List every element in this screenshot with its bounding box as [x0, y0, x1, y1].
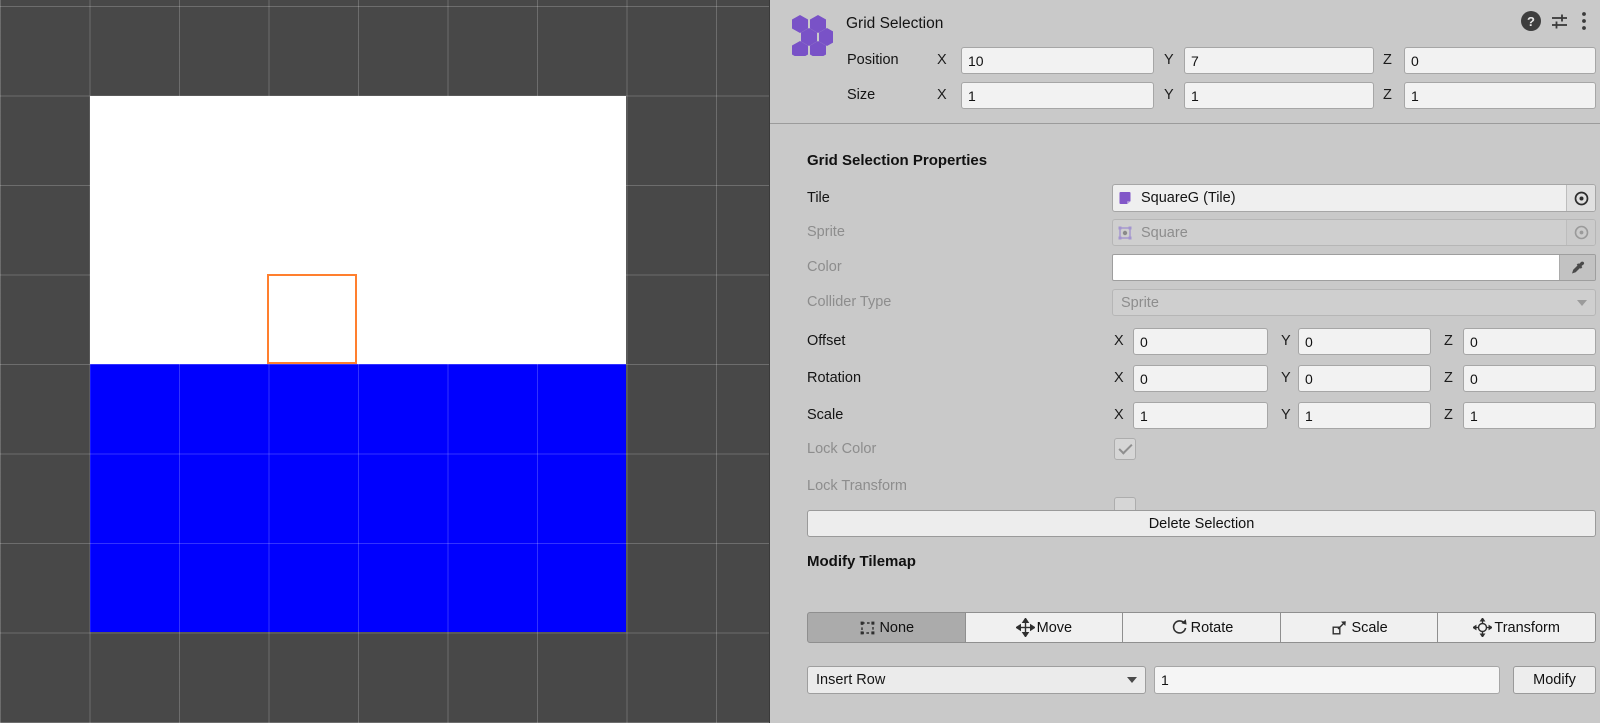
color-swatch[interactable] — [1113, 255, 1559, 280]
tile-object-picker-icon[interactable] — [1566, 185, 1595, 211]
kebab-menu-icon[interactable] — [1577, 11, 1591, 31]
tool-rotate-button[interactable]: Rotate — [1122, 612, 1281, 643]
modify-operation-value: Insert Row — [816, 672, 1127, 688]
sprite-object-picker-icon — [1566, 220, 1595, 245]
modify-button[interactable]: Modify — [1513, 666, 1596, 694]
tool-none-button[interactable]: None — [807, 612, 966, 643]
lock-transform-label: Lock Transform — [807, 476, 907, 496]
eyedropper-icon[interactable] — [1559, 255, 1595, 280]
size-z-axis: Z — [1383, 85, 1392, 105]
rotation-z-input[interactable] — [1463, 365, 1596, 392]
grid-selection-inspector: Grid Selection ? Position X Y Z Size X Y… — [769, 0, 1600, 723]
offset-y-axis: Y — [1281, 331, 1291, 351]
offset-z-input[interactable] — [1463, 328, 1596, 355]
blue-tile-block — [90, 364, 626, 632]
lock-color-label: Lock Color — [807, 439, 876, 459]
move-icon — [1016, 618, 1035, 637]
size-y-axis: Y — [1164, 85, 1174, 105]
white-tile-block — [90, 96, 626, 365]
sprite-object-value: Square — [1137, 225, 1566, 241]
color-field[interactable] — [1112, 254, 1596, 281]
scale-y-input[interactable] — [1298, 402, 1431, 429]
offset-x-axis: X — [1114, 331, 1124, 351]
collider-type-dropdown: Sprite — [1112, 289, 1596, 316]
none-selection-icon — [858, 619, 877, 637]
sprite-label: Sprite — [807, 222, 845, 242]
collider-type-label: Collider Type — [807, 292, 891, 312]
modify-tilemap-section-title: Modify Tilemap — [807, 553, 916, 570]
lock-color-checkbox — [1114, 438, 1136, 460]
scale-z-axis: Z — [1444, 405, 1453, 425]
tool-rotate-label: Rotate — [1191, 620, 1234, 636]
tool-scale-label: Scale — [1351, 620, 1387, 636]
position-label: Position — [847, 50, 899, 70]
collider-type-value: Sprite — [1121, 295, 1577, 311]
scale-x-input[interactable] — [1133, 402, 1268, 429]
scale-x-axis: X — [1114, 405, 1124, 425]
scale-y-axis: Y — [1281, 405, 1291, 425]
scale-icon — [1330, 618, 1349, 637]
chevron-down-icon — [1577, 300, 1587, 306]
tile-object-value: SquareG (Tile) — [1137, 190, 1566, 206]
size-y-input[interactable] — [1184, 82, 1374, 109]
grid-selection-icon — [787, 12, 833, 63]
transform-icon — [1473, 618, 1492, 637]
delete-selection-button[interactable]: Delete Selection — [807, 510, 1596, 537]
scale-z-input[interactable] — [1463, 402, 1596, 429]
rotation-z-axis: Z — [1444, 368, 1453, 388]
position-x-axis: X — [937, 50, 947, 70]
tile-object-field[interactable]: SquareG (Tile) — [1112, 184, 1596, 212]
position-z-input[interactable] — [1404, 47, 1596, 74]
rotation-y-axis: Y — [1281, 368, 1291, 388]
size-x-input[interactable] — [961, 82, 1154, 109]
position-z-axis: Z — [1383, 50, 1392, 70]
scene-view[interactable] — [0, 0, 769, 723]
offset-label: Offset — [807, 331, 845, 351]
offset-y-input[interactable] — [1298, 328, 1431, 355]
size-x-axis: X — [937, 85, 947, 105]
tool-move-button[interactable]: Move — [965, 612, 1124, 643]
modify-operation-dropdown[interactable]: Insert Row — [807, 666, 1146, 694]
offset-z-axis: Z — [1444, 331, 1453, 351]
sprite-asset-icon — [1113, 225, 1137, 241]
rotation-x-input[interactable] — [1133, 365, 1268, 392]
panel-title: Grid Selection — [846, 15, 943, 33]
tile-label: Tile — [807, 188, 830, 208]
position-x-input[interactable] — [961, 47, 1154, 74]
offset-x-input[interactable] — [1133, 328, 1268, 355]
color-label: Color — [807, 257, 842, 277]
rotation-x-axis: X — [1114, 368, 1124, 388]
chevron-down-icon — [1127, 677, 1137, 683]
rotation-y-input[interactable] — [1298, 365, 1431, 392]
scale-label: Scale — [807, 405, 843, 425]
tool-transform-label: Transform — [1494, 620, 1560, 636]
size-z-input[interactable] — [1404, 82, 1596, 109]
position-y-input[interactable] — [1184, 47, 1374, 74]
header-divider — [770, 123, 1600, 124]
tool-move-label: Move — [1037, 620, 1072, 636]
presets-icon[interactable] — [1549, 11, 1569, 31]
tool-none-label: None — [879, 620, 914, 636]
properties-section-title: Grid Selection Properties — [807, 152, 987, 169]
size-label: Size — [847, 85, 875, 105]
modify-count-input[interactable] — [1154, 666, 1500, 694]
tile-asset-icon — [1113, 190, 1137, 206]
rotate-icon — [1170, 618, 1189, 637]
rotation-label: Rotation — [807, 368, 861, 388]
help-icon[interactable]: ? — [1521, 11, 1541, 31]
sprite-object-field: Square — [1112, 219, 1596, 246]
tool-scale-button[interactable]: Scale — [1280, 612, 1439, 643]
grid-selection-outline — [267, 274, 358, 364]
tool-transform-button[interactable]: Transform — [1437, 612, 1596, 643]
modify-tool-bar: None Move Rotate — [807, 612, 1596, 643]
position-y-axis: Y — [1164, 50, 1174, 70]
